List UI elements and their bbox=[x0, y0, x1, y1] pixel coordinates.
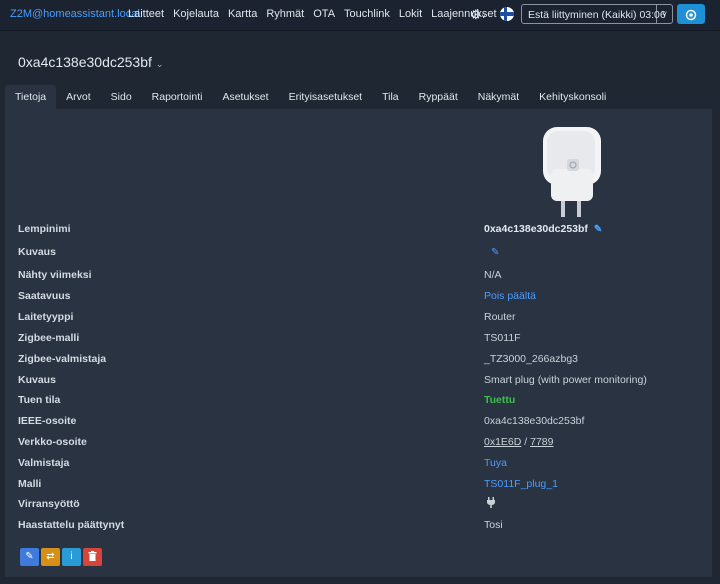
network-address-dec: 7789 bbox=[530, 436, 554, 448]
permit-join-dropdown[interactable]: ˅ bbox=[657, 4, 673, 24]
support-status-value: Tuettu bbox=[484, 394, 516, 406]
nav-link-touchlink[interactable]: Touchlink bbox=[344, 8, 390, 20]
manufacturer-value[interactable]: Tuya bbox=[484, 457, 507, 469]
zigbee-manufacturer-label: Zigbee-valmistaja bbox=[18, 353, 107, 365]
device-title[interactable]: 0xa4c138e30dc253bf ⌄ bbox=[18, 54, 163, 70]
plug-icon bbox=[486, 497, 496, 511]
last-seen-value: N/A bbox=[484, 269, 502, 281]
tab-specific-settings[interactable]: Erityisasetukset bbox=[279, 85, 373, 109]
finland-flag-icon[interactable] bbox=[500, 7, 514, 21]
device-tabs: Tietoja Arvot Sido Raportointi Asetukset… bbox=[5, 85, 616, 109]
ieee-address-label: IEEE-osoite bbox=[18, 415, 77, 427]
device-title-text: 0xa4c138e30dc253bf bbox=[18, 54, 152, 70]
friendly-name-text: 0xa4c138e30dc253bf bbox=[484, 223, 588, 235]
tab-clusters[interactable]: Ryppäät bbox=[409, 85, 468, 109]
nav-link-ota[interactable]: OTA bbox=[313, 8, 335, 20]
zigbee-model-value: TS011F bbox=[484, 332, 521, 344]
interview-label: Haastattelu päättynyt bbox=[18, 519, 125, 531]
top-navbar: Z2M@homeassistant.local Laitteet Kojelau… bbox=[0, 0, 720, 31]
tab-dev-console[interactable]: Kehityskonsoli bbox=[529, 85, 616, 109]
device-type-label: Laitetyyppi bbox=[18, 311, 74, 323]
zigbee-model-label: Zigbee-malli bbox=[18, 332, 80, 344]
device-info-panel: Lempinimi 0xa4c138e30dc253bf ✎ Kuvaus ✎ N… bbox=[5, 109, 712, 577]
info-icon[interactable]: i bbox=[62, 548, 81, 566]
nav-link-devices[interactable]: Laitteet bbox=[128, 8, 164, 20]
tab-scenes[interactable]: Näkymät bbox=[468, 85, 529, 109]
description-label: Kuvaus bbox=[18, 246, 56, 258]
description2-value: Smart plug (with power monitoring) bbox=[484, 374, 647, 386]
edit-icon[interactable]: ✎ bbox=[20, 548, 39, 566]
manufacturer-label: Valmistaja bbox=[18, 457, 70, 469]
tab-state[interactable]: Tila bbox=[372, 85, 409, 109]
device-actions: ✎ ⇄ i bbox=[20, 548, 102, 566]
device-image bbox=[543, 127, 601, 217]
trash-icon[interactable] bbox=[83, 548, 102, 566]
zigbee-manufacturer-value: _TZ3000_266azbg3 bbox=[484, 353, 578, 365]
device-type-value: Router bbox=[484, 311, 516, 323]
description-edit-icon[interactable]: ✎ bbox=[491, 246, 499, 258]
tab-settings[interactable]: Asetukset bbox=[212, 85, 278, 109]
tab-reporting[interactable]: Raportointi bbox=[142, 85, 213, 109]
power-source-label: Virransyöttö bbox=[18, 498, 80, 510]
model-value[interactable]: TS011F_plug_1 bbox=[484, 478, 558, 490]
nav-link-logs[interactable]: Lokit bbox=[399, 8, 422, 20]
support-status-label: Tuen tila bbox=[18, 394, 61, 406]
nav-links: Laitteet Kojelauta Kartta Ryhmät OTA Tou… bbox=[128, 8, 506, 20]
nav-link-map[interactable]: Kartta bbox=[228, 8, 257, 20]
nav-link-groups[interactable]: Ryhmät bbox=[266, 8, 304, 20]
friendly-name-label: Lempinimi bbox=[18, 223, 71, 235]
network-address-value: 0x1E6D / 7789 bbox=[484, 436, 553, 448]
tab-about[interactable]: Tietoja bbox=[5, 85, 57, 109]
model-label: Malli bbox=[18, 478, 42, 490]
chevron-down-icon: ⌄ bbox=[155, 59, 164, 69]
tab-bind[interactable]: Sido bbox=[101, 85, 142, 109]
network-address-label: Verkko-osoite bbox=[18, 436, 87, 448]
brand-link[interactable]: Z2M@homeassistant.local bbox=[10, 8, 140, 20]
reconfigure-icon[interactable]: ⇄ bbox=[41, 548, 60, 566]
availability-label: Saatavuus bbox=[18, 290, 71, 302]
interview-value: Tosi bbox=[484, 519, 503, 531]
tab-exposes[interactable]: Arvot bbox=[56, 85, 101, 109]
availability-value[interactable]: Pois päältä bbox=[484, 290, 536, 302]
gear-icon[interactable]: ⚙˅ bbox=[470, 7, 488, 23]
network-address-sep: / bbox=[521, 436, 531, 448]
permit-join-button[interactable]: Estä liittyminen (Kaikki) 03:06 bbox=[521, 4, 666, 24]
nav-link-dashboard[interactable]: Kojelauta bbox=[173, 8, 219, 20]
description2-label: Kuvaus bbox=[18, 374, 56, 386]
ieee-address-value: 0xa4c138e30dc253bf bbox=[484, 415, 585, 427]
friendly-name-value: 0xa4c138e30dc253bf ✎ bbox=[484, 223, 602, 235]
edit-icon[interactable]: ✎ bbox=[594, 224, 602, 235]
shield-icon[interactable] bbox=[677, 4, 705, 24]
last-seen-label: Nähty viimeksi bbox=[18, 269, 92, 281]
network-address-hex: 0x1E6D bbox=[484, 436, 522, 448]
